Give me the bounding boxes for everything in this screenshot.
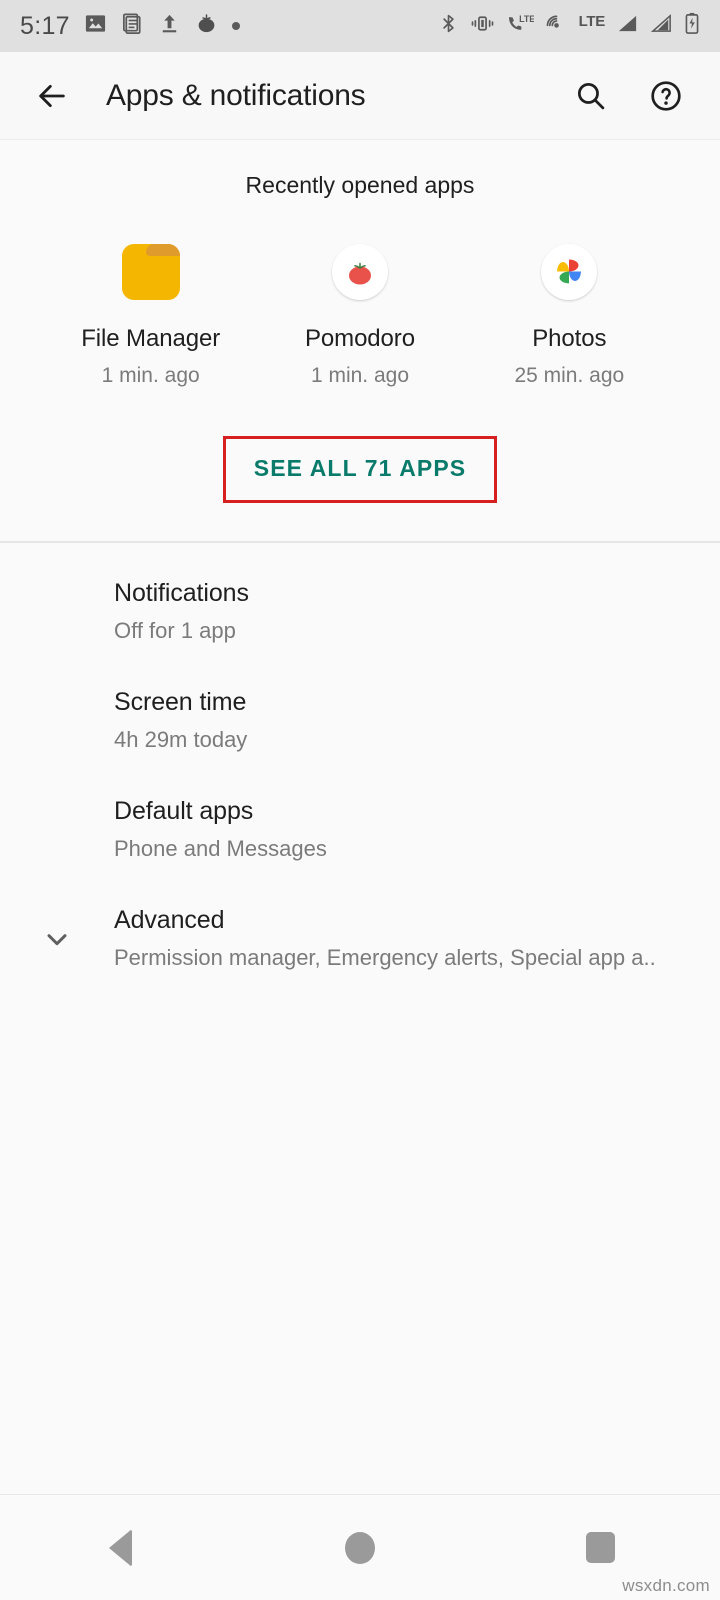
phone-screen: 5:17 LTE LTE Apps & notifications Recent… [0,0,720,1600]
bluetooth-icon [438,12,459,40]
chevron-down-icon[interactable] [0,923,114,955]
list-item-title: Notifications [114,579,249,607]
tomato-icon [195,12,218,40]
dot-icon [231,22,240,30]
list-item-subtitle: Permission manager, Emergency alerts, Sp… [114,945,656,970]
status-bar: 5:17 LTE LTE [0,0,720,52]
hotspot-icon [545,12,568,40]
recent-app-name: Photos [532,325,607,352]
search-icon[interactable] [562,68,618,124]
signal-bars-2-icon [650,12,673,40]
list-item-screen-time[interactable]: Screen time 4h 29m today [0,666,720,775]
status-bar-left: 5:17 [20,12,240,41]
nav-home-circle-icon[interactable] [300,1508,420,1588]
recent-app-time: 25 min. ago [514,364,625,387]
help-circle-icon[interactable] [638,68,694,124]
status-clock: 5:17 [20,11,70,40]
list-item-text: Advanced Permission manager, Emergency a… [114,906,690,971]
status-bar-right: LTE LTE [438,12,700,40]
list-item-subtitle: 4h 29m today [114,727,248,752]
see-all-apps-button[interactable]: SEE ALL 71 APPS [222,436,498,503]
recent-app-pomodoro[interactable]: Pomodoro 1 min. ago [260,241,460,388]
recently-opened-apps-heading: Recently opened apps [245,172,475,198]
settings-list: Notifications Off for 1 app Screen time … [0,543,720,993]
recent-app-time: 1 min. ago [101,364,200,387]
navigation-bar: wsxdn.com [0,1494,720,1600]
document-icon [121,12,144,40]
upload-icon [158,12,181,40]
vibrate-icon [470,12,495,40]
lte-label: LTE [578,12,606,30]
page-title: Apps & notifications [106,78,366,112]
pomodoro-tomato-icon [329,241,391,303]
toolbar: Apps & notifications [0,52,720,140]
file-manager-folder-icon [120,241,182,303]
recent-app-name: Pomodoro [305,325,415,352]
recent-apps-row: File Manager 1 min. ago Pomodoro 1 min. … [0,241,720,388]
list-item-advanced[interactable]: Advanced Permission manager, Emergency a… [0,884,720,993]
list-item-subtitle: Phone and Messages [114,836,327,861]
list-item-title: Default apps [114,797,254,825]
list-item-title: Screen time [114,688,247,716]
svg-text:LTE: LTE [519,14,534,24]
list-item-text: Notifications Off for 1 app [114,579,690,644]
recently-opened-apps-section: Recently opened apps File Manager 1 min.… [0,140,720,519]
recent-app-time: 1 min. ago [310,364,410,387]
settings-content: Recently opened apps File Manager 1 min.… [0,140,720,1494]
recent-app-file-manager[interactable]: File Manager 1 min. ago [51,241,251,388]
watermark: wsxdn.com [622,1576,710,1595]
image-icon [84,12,107,40]
see-all-apps-label: SEE ALL 71 APPS [253,455,467,481]
recent-app-name: File Manager [81,325,221,352]
volte-call-icon: LTE [506,12,535,40]
list-item-notifications[interactable]: Notifications Off for 1 app [0,557,720,666]
battery-charging-icon [684,12,700,40]
nav-back-triangle-icon[interactable] [60,1508,180,1588]
recent-app-photos[interactable]: Photos 25 min. ago [469,241,669,388]
list-item-text: Screen time 4h 29m today [114,688,690,753]
list-item-subtitle: Off for 1 app [114,618,236,643]
see-all-apps-container: SEE ALL 71 APPS [0,436,720,503]
google-photos-icon [538,241,600,303]
signal-bars-icon [616,12,639,40]
list-item-title: Advanced [114,906,225,934]
back-arrow-icon[interactable] [26,70,78,122]
list-item-text: Default apps Phone and Messages [114,797,690,862]
list-item-default-apps[interactable]: Default apps Phone and Messages [0,775,720,884]
